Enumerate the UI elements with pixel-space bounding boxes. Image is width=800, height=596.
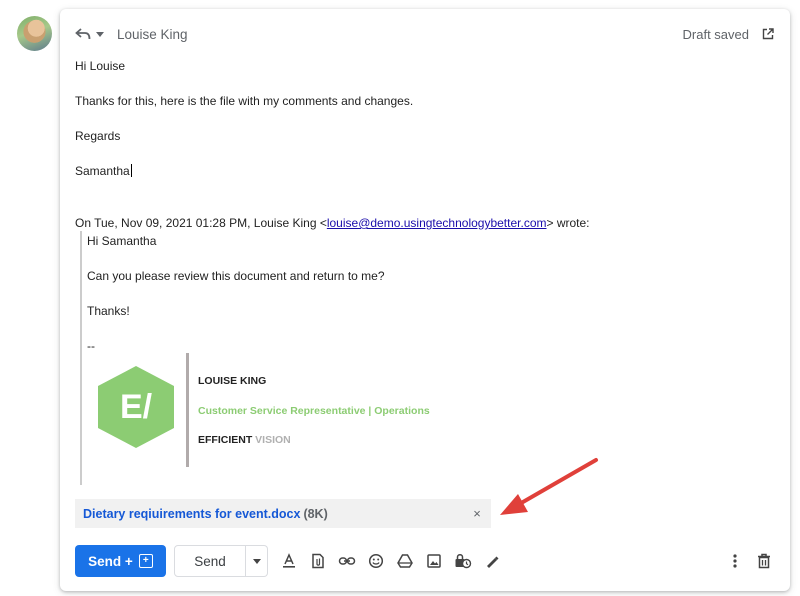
quote-header-prefix: On Tue, Nov 09, 2021 01:28 PM, Louise Ki… xyxy=(75,216,327,230)
more-options-icon[interactable] xyxy=(724,550,746,572)
signature-company: EFFICIENT VISION xyxy=(198,434,291,446)
chevron-down-icon[interactable] xyxy=(95,26,105,42)
body-closing: Regards xyxy=(75,129,121,143)
send-options-dropdown[interactable] xyxy=(246,545,268,577)
quote-header-suffix: > wrote: xyxy=(546,216,590,230)
quote-signature-separator: -- xyxy=(87,339,95,353)
company-name-muted: VISION xyxy=(255,434,291,446)
attachment-chip[interactable]: Dietary reqiuirements for event.docx (8K… xyxy=(75,499,491,528)
text-cursor xyxy=(130,164,132,177)
body-signature-text: Samantha xyxy=(75,164,130,178)
company-name-bold: EFFICIENT xyxy=(198,434,253,446)
signature-name: LOUISE KING xyxy=(198,375,267,387)
popout-icon[interactable] xyxy=(761,27,775,41)
format-text-icon[interactable] xyxy=(278,550,300,572)
sender-email-link[interactable]: louise@demo.usingtechnologybetter.com xyxy=(327,216,547,230)
attachment-filename[interactable]: Dietary reqiuirements for event.docx xyxy=(83,507,300,521)
attachment-size: (8K) xyxy=(303,506,328,521)
quote-header: On Tue, Nov 09, 2021 01:28 PM, Louise Ki… xyxy=(75,216,590,230)
quote-thanks: Thanks! xyxy=(87,304,130,318)
efficient-vision-logo: E/ xyxy=(98,366,174,448)
signature-divider xyxy=(186,353,189,467)
schedule-icon: + xyxy=(138,554,153,568)
send-schedule-label: Send + xyxy=(88,553,133,569)
send-schedule-button[interactable]: Send + + xyxy=(75,545,166,577)
quote-greeting: Hi Samantha xyxy=(87,234,157,248)
quote-border xyxy=(80,231,82,485)
reply-header: Louise King Draft saved xyxy=(75,24,775,44)
attach-file-icon[interactable] xyxy=(307,550,329,572)
insert-photo-icon[interactable] xyxy=(423,550,445,572)
reply-icon[interactable] xyxy=(75,26,91,42)
remove-attachment-icon[interactable]: × xyxy=(471,506,483,521)
body-greeting: Hi Louise xyxy=(75,59,126,73)
quote-line: Can you please review this document and … xyxy=(87,269,385,283)
sender-avatar[interactable] xyxy=(17,16,52,51)
logo-lettering: E/ xyxy=(120,388,153,426)
chevron-down-icon xyxy=(252,558,261,564)
google-drive-icon[interactable] xyxy=(394,550,416,572)
insert-link-icon[interactable] xyxy=(336,550,358,572)
recipient-name[interactable]: Louise King xyxy=(117,27,188,42)
toolbar-right xyxy=(714,550,775,572)
compose-toolbar: Send + + Send xyxy=(75,545,775,577)
body-line: Thanks for this, here is the file with m… xyxy=(75,94,414,108)
confidential-mode-icon[interactable] xyxy=(452,550,474,572)
body-signature[interactable]: Samantha xyxy=(75,164,132,178)
signature-role: Customer Service Representative | Operat… xyxy=(198,405,430,417)
send-button[interactable]: Send xyxy=(174,545,246,577)
signature-icon[interactable] xyxy=(481,550,503,572)
discard-draft-icon[interactable] xyxy=(753,550,775,572)
emoji-icon[interactable] xyxy=(365,550,387,572)
compose-reply-card: Louise King Draft saved Hi Louise Thanks… xyxy=(60,9,790,591)
draft-status: Draft saved xyxy=(682,26,749,42)
